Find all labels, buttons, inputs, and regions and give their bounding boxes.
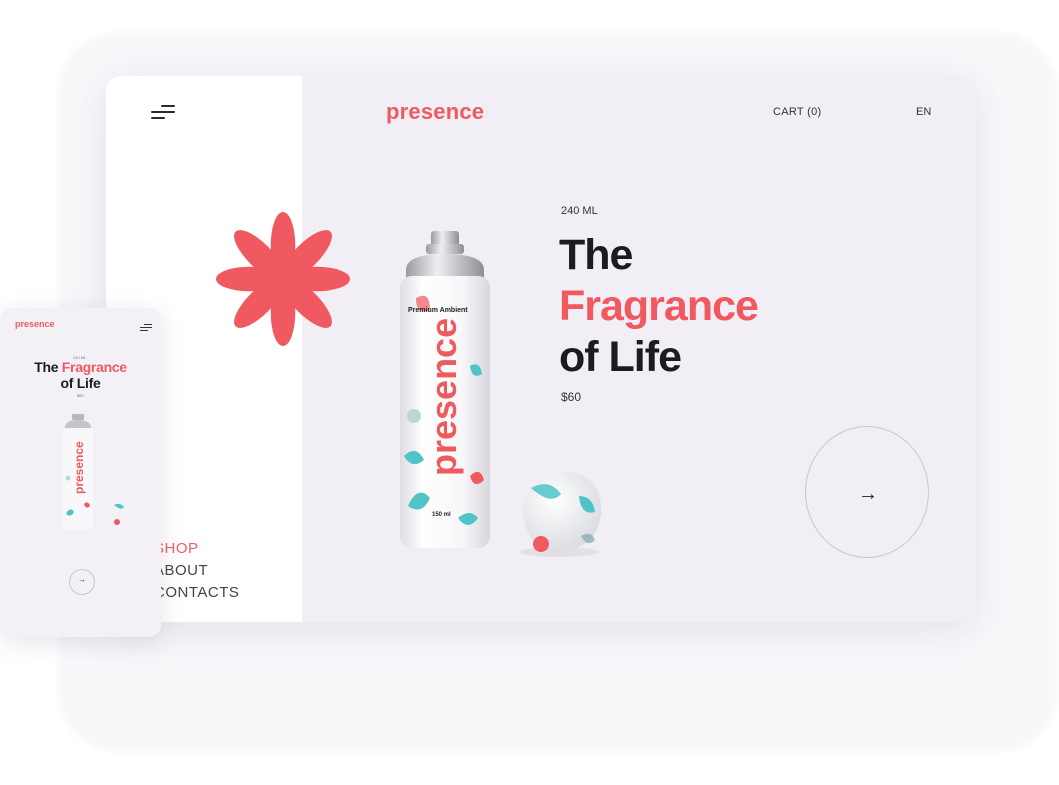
can-volume-text: 150 ml [432, 512, 451, 518]
language-switcher[interactable]: EN [916, 106, 931, 118]
main-nav: SHOP ABOUT CONTACTS [154, 538, 239, 604]
menu-icon[interactable] [151, 105, 177, 119]
mobile-product-can-image: presence [63, 414, 93, 530]
nav-item-shop[interactable]: SHOP [154, 538, 239, 560]
next-button[interactable]: → [805, 426, 929, 558]
mobile-product-price: $60 [77, 393, 84, 398]
mobile-next-button[interactable]: → [69, 569, 95, 595]
can-brand-text: presence [423, 318, 464, 476]
mobile-brand-logo[interactable]: presence [15, 319, 55, 329]
product-price: $60 [561, 390, 582, 404]
product-volume: 240 ML [561, 205, 598, 217]
mobile-product-cap-image [111, 500, 137, 525]
nav-item-contacts[interactable]: CONTACTS [154, 582, 239, 604]
mobile-arrow-right-icon: → [78, 575, 86, 584]
cart-link[interactable]: CART (0) [773, 106, 821, 118]
mobile-product-title: The Fragrance of Life [34, 359, 127, 391]
svg-text:presence: presence [72, 441, 86, 494]
can-label-text: Premium Ambient [408, 307, 468, 314]
nav-item-about[interactable]: ABOUT [154, 560, 239, 582]
product-title: The Fragrance of Life [559, 231, 759, 381]
mobile-menu-icon[interactable] [140, 324, 152, 331]
product-can-image: Premium Ambient presence 150 ml [400, 231, 490, 548]
mobile-mockup: presence 240 ML The Fragrance of Life $6… [0, 308, 161, 637]
arrow-right-icon: → [858, 483, 878, 505]
flower-icon [216, 212, 350, 346]
brand-logo[interactable]: presence [386, 99, 484, 125]
product-cap-image [519, 472, 602, 557]
